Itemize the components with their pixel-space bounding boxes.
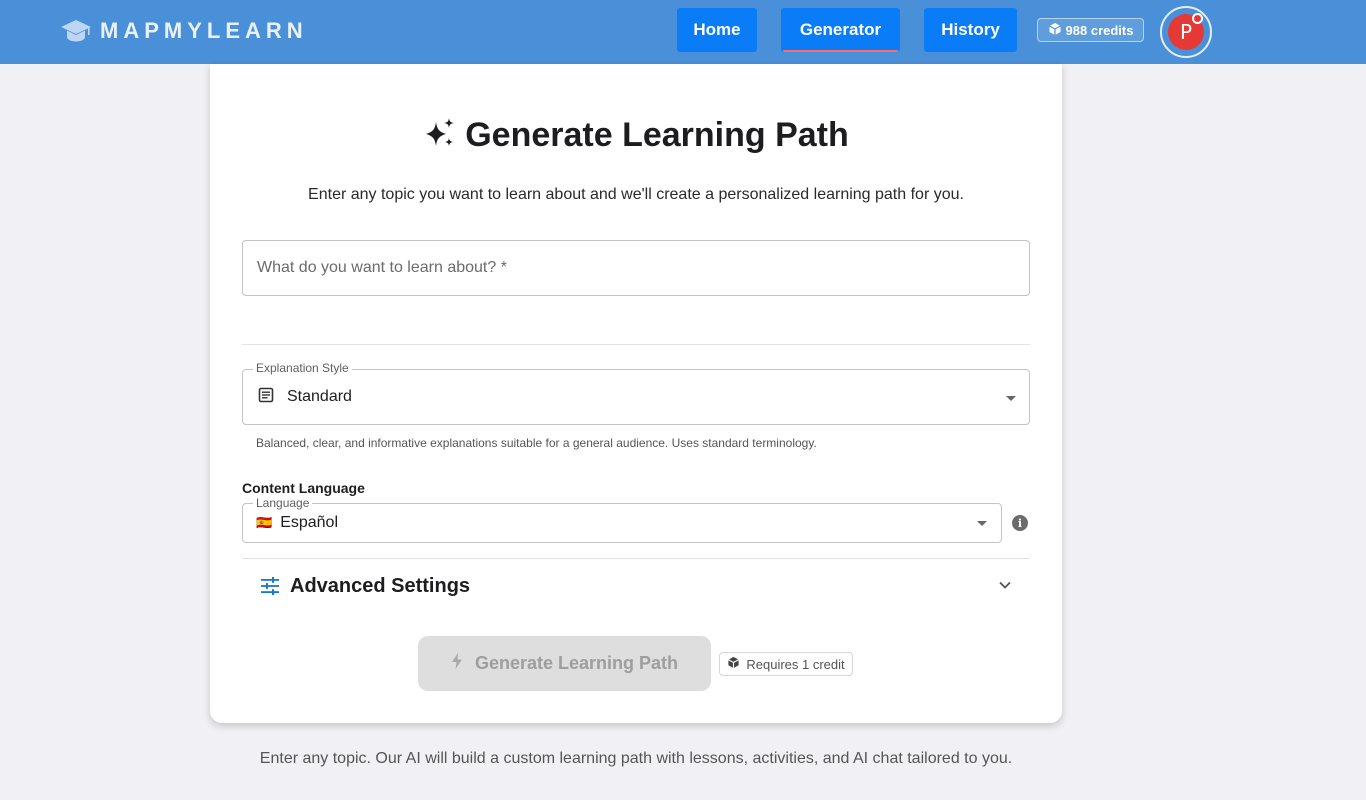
user-avatar-button[interactable]: P [1160,6,1212,58]
brand-name: MAPMYLEARN [100,18,308,43]
generate-button-label: Generate Learning Path [474,653,679,673]
nav-home-button[interactable]: Home [677,8,757,52]
requires-credit-chip: Requires 1 credit [719,652,853,676]
spain-flag-icon: 🇪🇸 [256,515,273,530]
info-icon[interactable]: i [1012,515,1028,531]
advanced-settings-toggle[interactable]: Advanced Settings [242,564,1030,608]
cube-icon [727,656,740,672]
brand-logo[interactable]: MAPMYLEARN [60,16,308,46]
tune-icon [260,577,280,595]
chevron-down-icon [998,578,1012,592]
requires-credit-text: Requires 1 credit [746,656,845,672]
language-select[interactable]: 🇪🇸 Español [242,503,1002,543]
generator-card: Generate Learning Path Enter any topic y… [210,64,1062,723]
divider [242,558,1030,559]
top-app-bar: MAPMYLEARN Home Generator History 988 cr… [0,0,1366,64]
dropdown-arrow-icon [1006,396,1016,401]
topic-input[interactable] [242,240,1030,296]
sparkles-icon [423,116,457,155]
dropdown-arrow-icon [977,521,987,526]
graduation-cap-icon [60,17,92,45]
notification-dot [1192,13,1203,24]
explanation-style-select[interactable]: Standard [242,369,1030,425]
page-title: Generate Learning Path [465,116,849,154]
bolt-icon [451,652,463,675]
explanation-style-helper: Balanced, clear, and informative explana… [256,436,817,450]
nav-generator-button[interactable]: Generator [781,8,900,52]
footer-hint: Enter any topic. Our AI will build a cus… [259,750,1013,767]
article-icon [258,387,274,408]
credits-count: 988 credits [1065,22,1134,38]
explanation-style-label: Explanation Style [253,361,352,375]
cube-icon [1048,22,1062,39]
page-subtitle: Enter any topic you want to learn about … [308,186,964,203]
nav-history-button[interactable]: History [924,8,1017,52]
explanation-style-value: Standard [287,388,352,405]
advanced-settings-label: Advanced Settings [290,574,471,597]
page-title-row: Generate Learning Path [210,116,1062,155]
generate-learning-path-button[interactable]: Generate Learning Path [418,636,711,691]
credits-badge[interactable]: 988 credits [1037,18,1144,42]
language-value: Español [280,514,339,531]
content-language-heading: Content Language [242,480,365,496]
language-label: Language [253,496,313,510]
divider [242,344,1030,345]
